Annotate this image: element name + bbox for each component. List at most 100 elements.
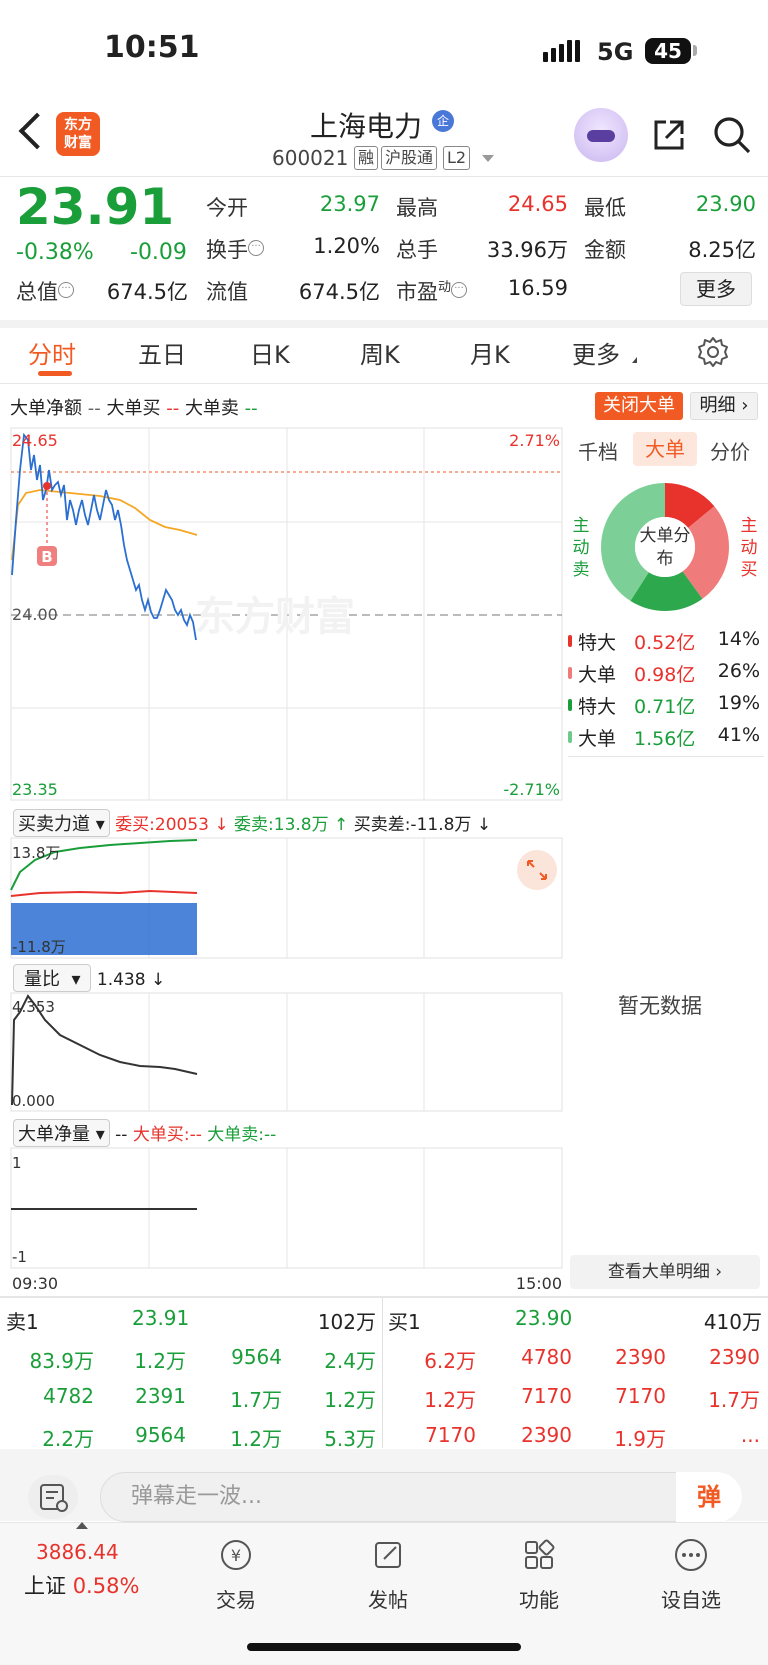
open-label: 今开 bbox=[206, 196, 248, 220]
tab-thousand-levels[interactable]: 千档 bbox=[578, 436, 618, 465]
buy-cell: 1.2万 bbox=[424, 1388, 476, 1412]
more-dots-icon bbox=[675, 1539, 707, 1571]
nav-functions[interactable]: 功能 bbox=[489, 1535, 589, 1613]
sell-cell: 83.9万 bbox=[29, 1349, 94, 1373]
svg-text:¥: ¥ bbox=[231, 1546, 241, 1565]
amount-label: 金额 bbox=[584, 238, 626, 262]
force-y-top: 13.8万 bbox=[12, 844, 60, 862]
nav-post[interactable]: 发帖 bbox=[338, 1535, 438, 1613]
net-selector[interactable]: 大单净量 ▾ bbox=[13, 1119, 110, 1147]
view-big-order-detail-button[interactable]: 查看大单明细 › bbox=[570, 1255, 760, 1289]
net-toolbar: 大单净量 ▾ -- 大单买:-- 大单卖:-- bbox=[13, 1119, 276, 1147]
section-divider bbox=[0, 320, 768, 328]
sell-cell: 1.7万 bbox=[230, 1388, 282, 1412]
force-toolbar: 买卖力道 ▾ 委买:20053 ↓ 委卖:13.8万 ↑ 买卖差:-11.8万 … bbox=[13, 809, 491, 837]
stock-name: 上海电力 bbox=[310, 110, 423, 143]
turnover-label: 换手 ··· bbox=[206, 234, 264, 264]
nav-add-watchlist[interactable]: 设自选 bbox=[641, 1535, 741, 1613]
back-icon[interactable] bbox=[18, 112, 56, 150]
header-divider bbox=[0, 176, 768, 177]
danmaku-send-button[interactable]: 弹 bbox=[676, 1472, 742, 1522]
tab-five-day[interactable]: 五日 bbox=[138, 335, 186, 370]
close-big-order-button[interactable]: 关闭大单 bbox=[595, 392, 683, 420]
home-indicator bbox=[247, 1643, 521, 1651]
time-end: 15:00 bbox=[516, 1274, 562, 1293]
tab-active-indicator bbox=[38, 371, 72, 376]
force-selector[interactable]: 买卖力道 ▾ bbox=[13, 809, 110, 837]
ratio-y-top: 4.353 bbox=[12, 998, 55, 1016]
pe-label: 市盈动 ··· bbox=[396, 276, 468, 306]
buy-cell: 6.2万 bbox=[424, 1349, 476, 1373]
chart-watermark: 东方财富 bbox=[195, 594, 355, 640]
gear-icon[interactable] bbox=[697, 336, 729, 368]
more-quote-button[interactable]: 更多 bbox=[680, 272, 752, 306]
buy1-label: 买1 bbox=[388, 1310, 421, 1334]
intraday-chart[interactable]: 东方财富 B 24.65 24.00 23.35 2.71% -2.71% 13… bbox=[0, 425, 564, 1295]
sell-cell: 4782 bbox=[43, 1384, 94, 1408]
flow-divider bbox=[568, 756, 764, 757]
market-cap-value: 674.5亿 bbox=[106, 280, 188, 304]
note-icon[interactable] bbox=[28, 1475, 78, 1519]
index-ticker[interactable]: 上证 0.58% bbox=[24, 1570, 139, 1600]
detail-button[interactable]: 明细 › bbox=[690, 392, 758, 420]
active-buy-label: 主动买 bbox=[740, 516, 758, 580]
current-price: 23.91 bbox=[16, 178, 175, 236]
buy1-volume: 410万 bbox=[703, 1310, 762, 1334]
buy-cell: 7170 bbox=[521, 1384, 572, 1408]
sell-cell: 9564 bbox=[231, 1345, 282, 1369]
info-icon[interactable]: ··· bbox=[58, 282, 74, 298]
share-icon[interactable] bbox=[652, 118, 686, 152]
change-value: -0.09 bbox=[130, 240, 187, 265]
tab-big-orders[interactable]: 大单 bbox=[633, 432, 697, 466]
float-cap-value: 674.5亿 bbox=[298, 280, 380, 304]
chevron-down-icon[interactable] bbox=[482, 155, 494, 162]
tab-monthly-k[interactable]: 月K bbox=[470, 335, 510, 370]
ratio-selector[interactable]: 量比 ▾ bbox=[13, 964, 92, 992]
tag-connect: 沪股通 bbox=[381, 146, 438, 170]
sell-cell: 2391 bbox=[135, 1384, 186, 1408]
buy-cell: 2390 bbox=[521, 1423, 572, 1447]
low-label: 最低 bbox=[584, 196, 626, 220]
buy-cell: 7170 bbox=[425, 1423, 476, 1447]
buy-cell: 2390 bbox=[709, 1345, 760, 1369]
donut-center-label: 大单分布 bbox=[639, 526, 691, 569]
sell-cell: 1.2万 bbox=[134, 1349, 186, 1373]
tabs-divider bbox=[0, 383, 768, 384]
index-value[interactable]: 3886.44 bbox=[36, 1540, 119, 1564]
open-value: 23.97 bbox=[319, 192, 380, 216]
sell-cell: 1.2万 bbox=[230, 1427, 282, 1451]
buy-cell: 7170 bbox=[615, 1384, 666, 1408]
info-icon[interactable]: ··· bbox=[451, 282, 468, 298]
tab-daily-k[interactable]: 日K bbox=[250, 335, 290, 370]
caret-icon bbox=[632, 357, 637, 363]
stock-code: 600021 bbox=[272, 146, 349, 170]
no-data-label: 暂无数据 bbox=[618, 994, 702, 1018]
tab-weekly-k[interactable]: 周K bbox=[360, 335, 400, 370]
sell1-price: 23.91 bbox=[132, 1306, 190, 1330]
tab-intraday[interactable]: 分时 bbox=[28, 335, 76, 370]
danmaku-input[interactable]: 弹幕走一波... bbox=[100, 1472, 742, 1522]
tab-price-distribution[interactable]: 分价 bbox=[710, 436, 750, 465]
volume-label: 总手 bbox=[396, 238, 438, 262]
tab-more[interactable]: 更多 bbox=[572, 335, 620, 370]
edit-icon bbox=[375, 1542, 401, 1568]
net-y-bottom: -1 bbox=[12, 1248, 27, 1266]
active-sell-label: 主动卖 bbox=[572, 516, 590, 580]
y-high: 24.65 bbox=[12, 431, 58, 450]
sell-cell: 1.2万 bbox=[324, 1388, 376, 1412]
big-order-summary: 大单净额 -- 大单买 -- 大单卖 -- bbox=[10, 398, 258, 419]
nav-trade[interactable]: ¥ 交易 bbox=[186, 1535, 286, 1613]
volume-value: 33.96万 bbox=[486, 238, 568, 262]
buy-cell: 1.7万 bbox=[708, 1388, 760, 1412]
info-icon[interactable]: ··· bbox=[248, 240, 264, 256]
high-label: 最高 bbox=[396, 196, 438, 220]
battery-icon: 45 bbox=[645, 38, 691, 64]
status-time: 10:51 bbox=[104, 30, 200, 65]
buy1-price: 23.90 bbox=[515, 1306, 573, 1330]
turnover-value: 1.20% bbox=[313, 234, 380, 258]
search-icon[interactable] bbox=[713, 116, 751, 154]
sell-cell: 2.2万 bbox=[42, 1427, 94, 1451]
assistant-avatar[interactable] bbox=[574, 108, 628, 162]
float-cap-label: 流值 bbox=[206, 280, 248, 304]
network-label: 5G bbox=[597, 38, 634, 66]
